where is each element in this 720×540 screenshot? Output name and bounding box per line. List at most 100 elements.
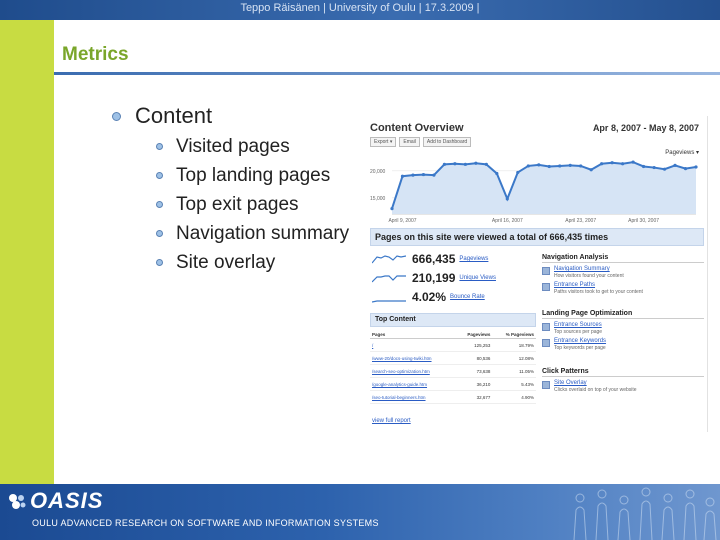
chart-point[interactable] <box>463 162 467 166</box>
slide-title: Metrics <box>62 44 129 65</box>
chart-point[interactable] <box>673 163 677 167</box>
oasis-logo-icon <box>9 494 26 509</box>
chart-point[interactable] <box>421 172 426 177</box>
sub-bullet-text: Site overlay <box>176 251 276 273</box>
export-button[interactable]: Export ▾ <box>370 137 397 147</box>
metric-select[interactable]: Pageviews ▾ <box>665 149 699 156</box>
date-range[interactable]: Apr 8, 2007 - May 8, 2007 <box>593 123 699 133</box>
footer-bar: OASIS OULU ADVANCED RESEARCH ON SOFTWARE… <box>0 484 720 540</box>
metric-value: 666,435 <box>412 252 456 266</box>
metric-link[interactable]: Bounce Rate <box>450 294 485 300</box>
title-area <box>54 20 720 74</box>
left-accent-strip <box>0 20 54 484</box>
metric-value: 4.02% <box>412 290 447 304</box>
chart-point[interactable] <box>505 197 509 201</box>
chart-point[interactable] <box>652 165 656 170</box>
bullet-icon <box>156 201 163 208</box>
section-item: Site Overlay Clicks overlaid on top of yo… <box>542 380 704 393</box>
content-overview-title: Content Overview <box>370 122 464 134</box>
navigation-analysis-section: Navigation Analysis Navigation Summary Ho… <box>542 254 704 298</box>
chart-point[interactable] <box>453 162 457 166</box>
chart-point[interactable] <box>400 174 405 178</box>
bullet-main: Content <box>112 102 349 130</box>
chart-point[interactable] <box>610 161 614 165</box>
column-header[interactable]: % Pageviews <box>492 331 536 339</box>
total-views-bar: Pages on this site were viewed a total o… <box>370 228 704 246</box>
entrance-sources-link[interactable]: Entrance Sources <box>554 322 602 329</box>
sparkline-icon <box>372 275 406 283</box>
chart-point[interactable] <box>568 163 572 167</box>
column-header[interactable]: Pages <box>370 331 456 339</box>
chart-point[interactable] <box>442 162 447 166</box>
page-link[interactable]: /www-20/docs-using-twiki.htm <box>370 351 456 365</box>
page-link[interactable]: /search-seo-optimization.htm <box>370 364 456 378</box>
chart-point[interactable] <box>579 164 583 168</box>
people-silhouettes <box>573 487 717 540</box>
chart-point[interactable] <box>683 167 688 171</box>
metric-link[interactable]: Pageviews <box>459 256 488 262</box>
y-tick-label: 20,000 <box>370 169 386 175</box>
table-row: /google-analytics-guide.htm 36,210 5.43% <box>370 377 536 391</box>
table-row: /www-20/docs-using-twiki.htm 80,536 12.0… <box>370 351 536 365</box>
chart-point[interactable] <box>537 163 541 167</box>
report-icon <box>542 323 550 331</box>
chart-point[interactable] <box>547 164 551 169</box>
x-tick-label: April 16, 2007 <box>492 218 523 224</box>
section-item: Entrance Keywords Top keywords per page <box>542 338 704 351</box>
chart-point[interactable] <box>621 162 625 166</box>
chart-point[interactable] <box>390 207 394 211</box>
chart-point[interactable] <box>432 173 436 177</box>
email-button[interactable]: Email <box>399 137 420 147</box>
report-icon <box>542 381 550 389</box>
chart-point[interactable] <box>411 173 415 177</box>
pageviews-cell: 36,210 <box>455 377 493 391</box>
sub-bullet: Site overlay <box>156 248 349 277</box>
logo-text: OASIS <box>30 488 104 513</box>
metric-link[interactable]: Unique Views <box>459 275 496 281</box>
chart-point[interactable] <box>662 167 667 171</box>
column-header[interactable]: Pageviews <box>455 331 493 339</box>
site-overlay-link[interactable]: Site Overlay <box>554 380 637 387</box>
navigation-summary-link[interactable]: Navigation Summary <box>554 266 624 273</box>
x-tick-label: April 30, 2007 <box>628 218 659 224</box>
chart-point[interactable] <box>641 164 646 169</box>
sub-bullet-text: Navigation summary <box>176 222 350 244</box>
chart-point[interactable] <box>526 164 530 168</box>
page-link[interactable]: /google-analytics-guide.htm <box>370 377 456 391</box>
section-item: Entrance Sources Top sources per page <box>542 322 704 335</box>
item-description: Clicks overlaid on top of your website <box>554 387 637 393</box>
entrance-keywords-link[interactable]: Entrance Keywords <box>554 338 606 345</box>
chart-point[interactable] <box>589 168 593 172</box>
chart-point[interactable] <box>484 162 488 166</box>
toolbar: Export ▾ Email Add to Dashboard <box>370 137 472 147</box>
bullet-icon <box>156 172 163 179</box>
sub-bullet-text: Top exit pages <box>176 193 299 215</box>
chart-point[interactable] <box>694 165 698 169</box>
table-row: / 125,253 18.79% <box>370 338 536 352</box>
footer-text: OULU ADVANCED RESEARCH ON SOFTWARE AND I… <box>32 518 379 528</box>
pageviews-cell: 32,677 <box>455 390 493 404</box>
percent-cell: 11.05% <box>492 364 536 378</box>
add-to-dashboard-button[interactable]: Add to Dashboard <box>422 137 472 147</box>
chart-point[interactable] <box>474 161 478 165</box>
chart-point[interactable] <box>600 162 604 166</box>
x-tick-label: April 23, 2007 <box>565 218 596 224</box>
analytics-screenshot: Content Overview Apr 8, 2007 - May 8, 20… <box>366 116 708 432</box>
top-content-heading: Top Content <box>370 313 536 327</box>
bullet-icon <box>156 143 163 150</box>
sub-bullet-text: Top landing pages <box>176 164 331 186</box>
item-description: Paths visitors took to get to your conte… <box>554 289 643 295</box>
sparkline-icon <box>372 300 406 303</box>
page-link[interactable]: / <box>370 338 456 352</box>
entrance-paths-link[interactable]: Entrance Paths <box>554 282 643 289</box>
sub-bullet: Visited pages <box>156 132 349 161</box>
chart-point[interactable] <box>516 170 520 175</box>
sub-bullet: Navigation summary <box>156 219 349 248</box>
chart-point[interactable] <box>495 171 499 176</box>
chart-point[interactable] <box>631 160 635 164</box>
bullet-icon <box>112 111 121 121</box>
chart-point[interactable] <box>558 164 562 168</box>
page-link[interactable]: /seo-tutorial-beginners.htm <box>370 390 456 404</box>
view-full-report-link[interactable]: view full report <box>372 418 411 424</box>
pageviews-cell: 125,253 <box>455 338 493 352</box>
